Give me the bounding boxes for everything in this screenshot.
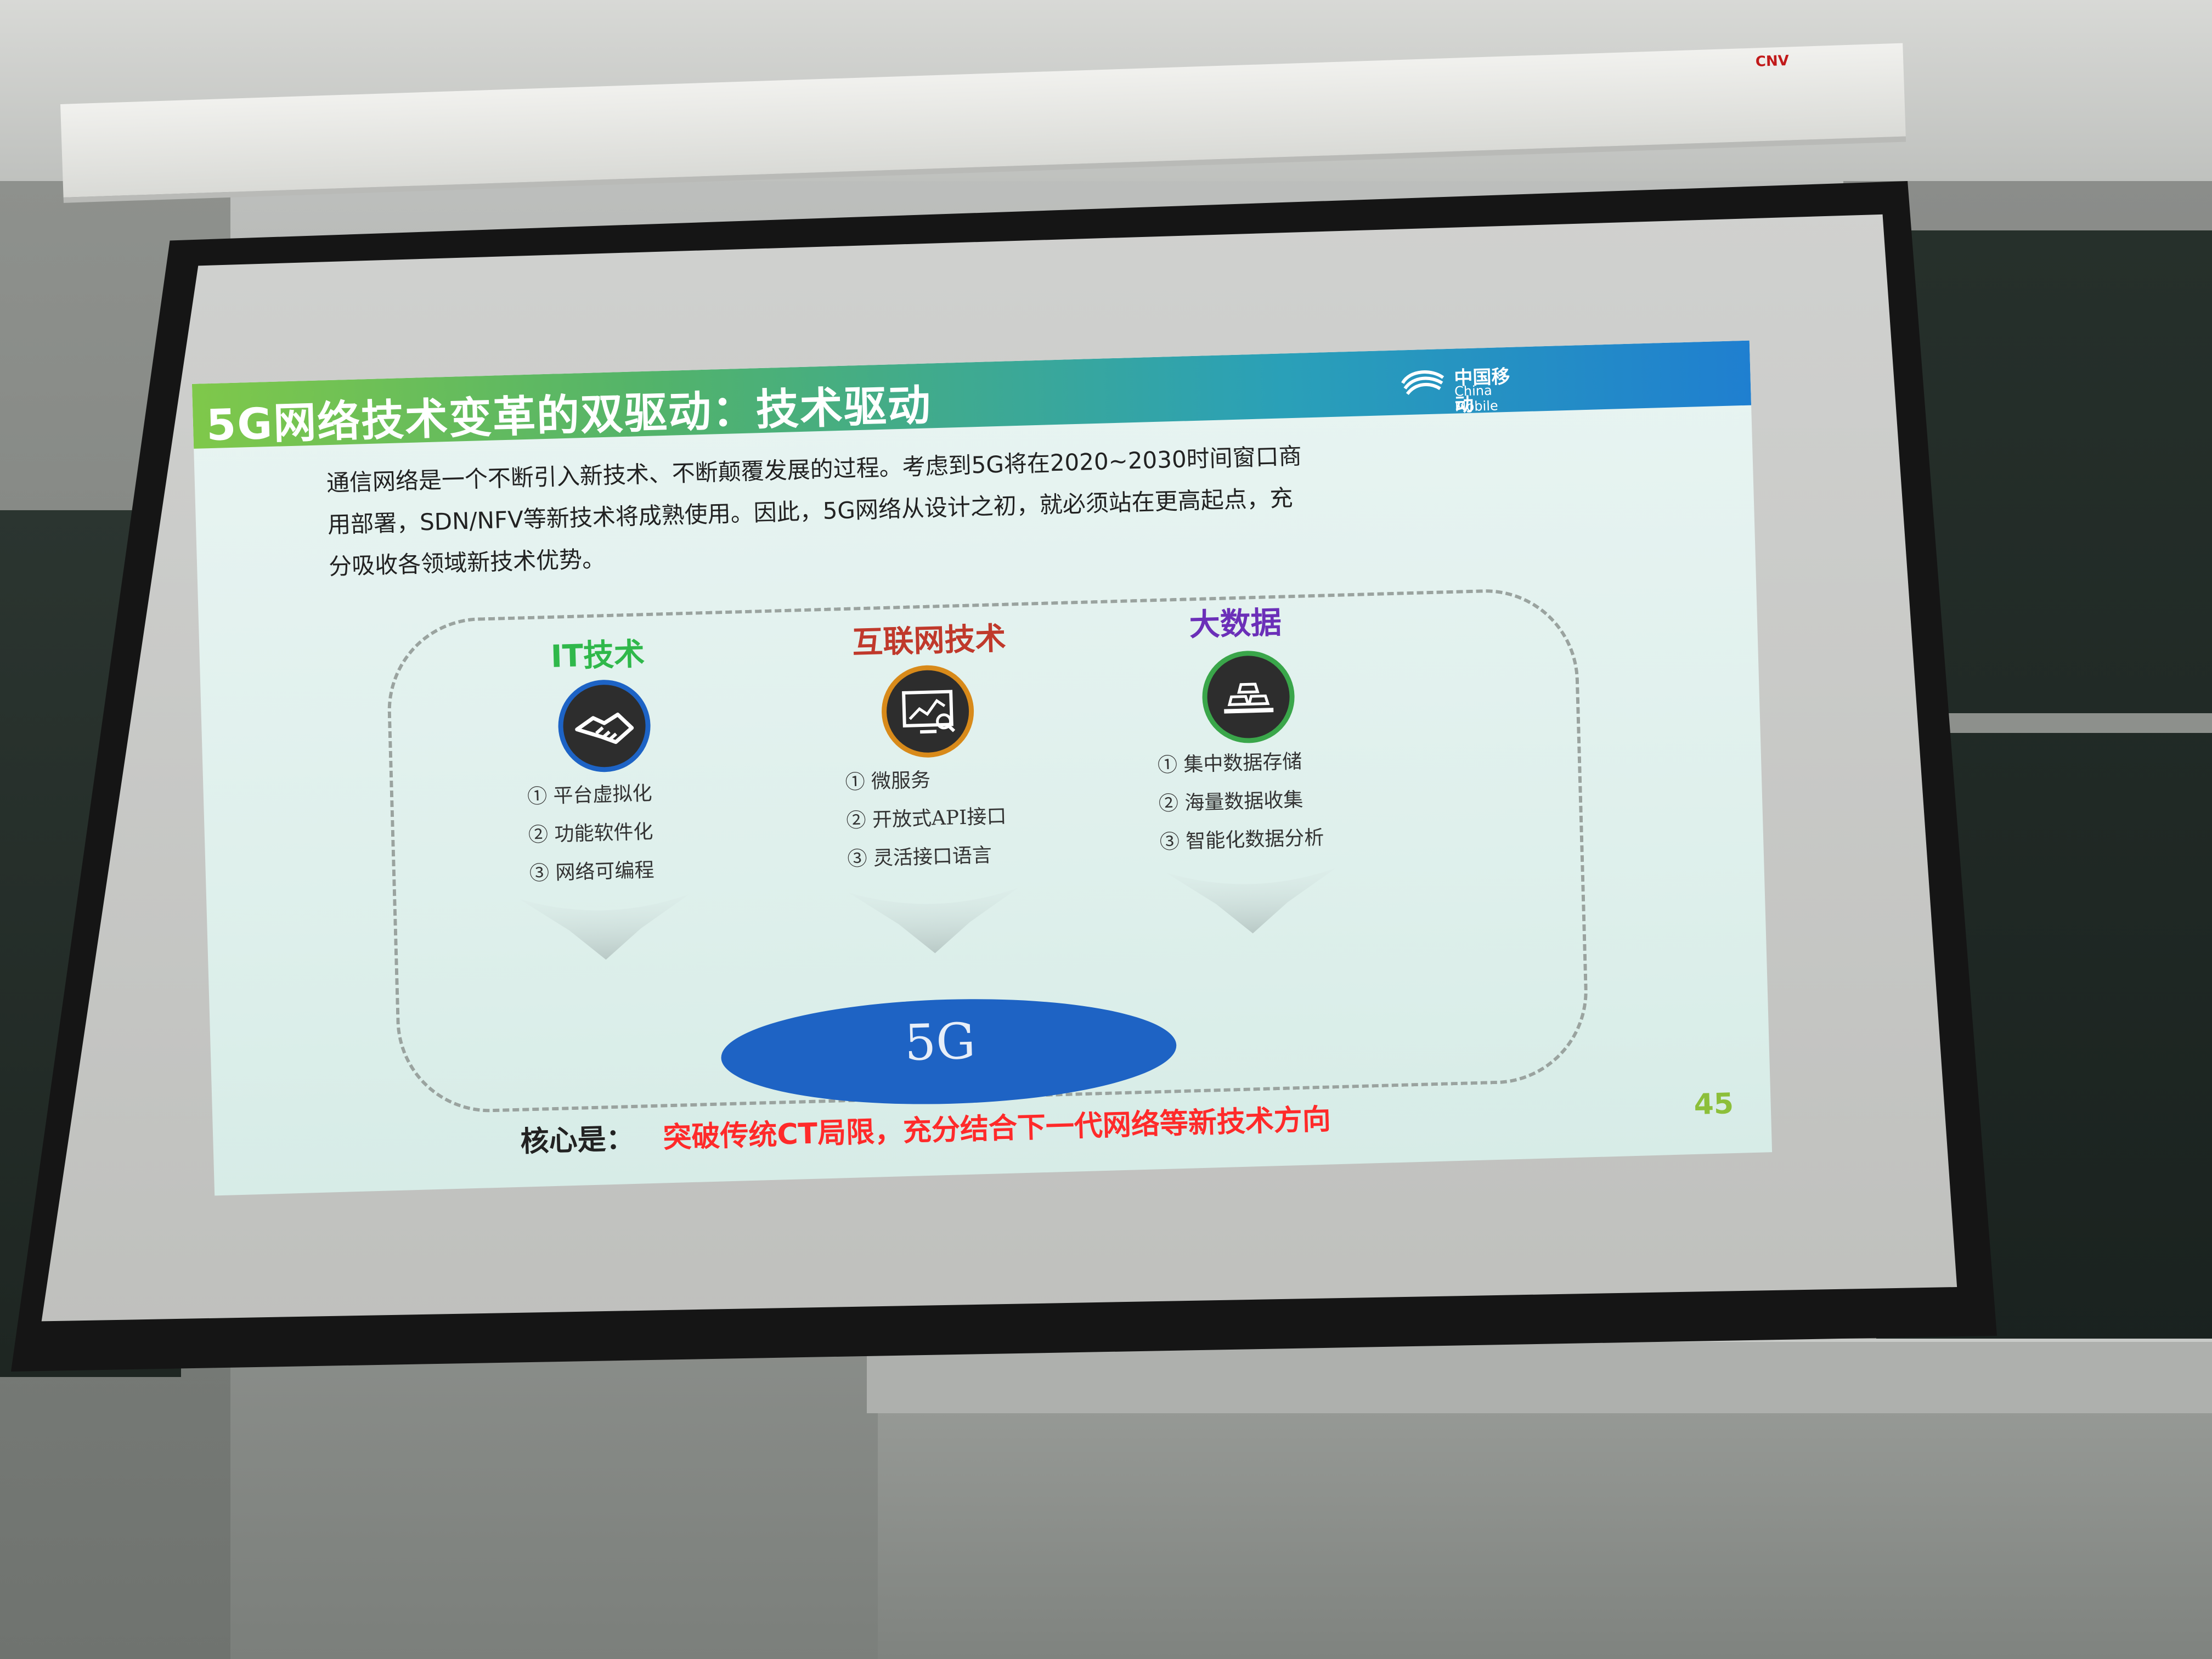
monitor-chart-icon bbox=[880, 664, 975, 759]
list-item: ③ 灵活接口语言 bbox=[847, 844, 992, 871]
column-title-internet: 互联网技术 bbox=[851, 620, 1007, 661]
logo-en-text: China Mobile bbox=[1454, 382, 1499, 415]
data-stack-icon bbox=[1201, 650, 1296, 744]
handshake-icon bbox=[557, 678, 652, 774]
list-item: ① 微服务 bbox=[845, 769, 931, 794]
china-mobile-logo: 中国移动 China Mobile bbox=[1399, 361, 1526, 416]
5g-label: 5G bbox=[904, 1012, 977, 1073]
page-number: 45 bbox=[1693, 1087, 1734, 1121]
list-item: ① 集中数据存储 bbox=[1157, 750, 1302, 777]
list-item: ③ 网络可编程 bbox=[529, 859, 654, 885]
china-mobile-logo-icon bbox=[1401, 370, 1444, 396]
slide: 5G网络技术变革的双驱动：技术驱动 中国移动 China Mobile 通信网络… bbox=[191, 340, 1773, 1196]
arrow-down-icon bbox=[1166, 868, 1336, 934]
monitor-chart-glyph bbox=[902, 690, 956, 734]
core-statement: 突破传统CT局限，充分结合下一代网络等新技术方向 bbox=[662, 1103, 1331, 1155]
intro-paragraph: 通信网络是一个不断引入新技术、不断颠覆发展的过程。考虑到5G将在2020~203… bbox=[326, 432, 1426, 588]
projector-brand: CNV bbox=[1755, 52, 1790, 70]
list-item: ③ 智能化数据分析 bbox=[1159, 826, 1324, 854]
data-stack-glyph bbox=[1224, 682, 1274, 714]
list-item: ① 平台虚拟化 bbox=[527, 782, 653, 809]
list-item: ② 海量数据收集 bbox=[1158, 788, 1304, 816]
arrow-down-icon bbox=[848, 888, 1019, 953]
arrow-down-icon bbox=[519, 894, 690, 960]
column-title-it: IT技术 bbox=[550, 636, 645, 675]
column-title-bigdata: 大数据 bbox=[1188, 605, 1282, 644]
list-item: ② 功能软件化 bbox=[528, 820, 654, 847]
list-item: ② 开放式API接口 bbox=[846, 805, 1007, 832]
handshake-glyph bbox=[575, 713, 634, 744]
core-prefix: 核心是： bbox=[520, 1122, 635, 1159]
